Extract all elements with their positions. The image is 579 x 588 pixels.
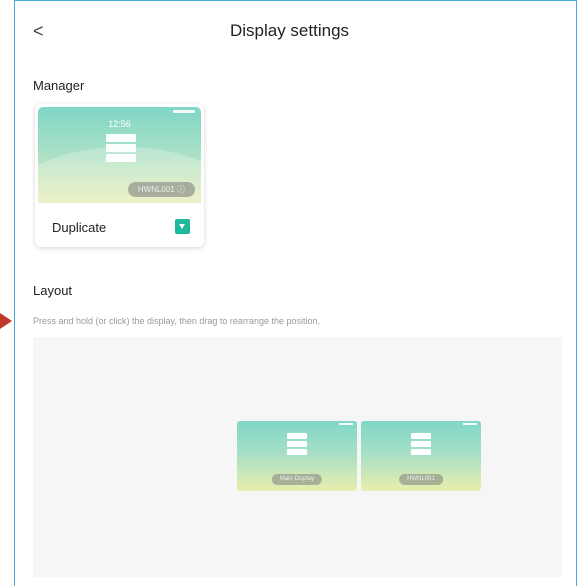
secondary-display-tile[interactable]: HWNL001: [361, 421, 481, 491]
layout-section-label: Layout: [33, 283, 73, 298]
status-bar-icon: [339, 423, 353, 425]
pointer-arrow-icon: [0, 313, 12, 329]
preview-widgets: [287, 433, 307, 457]
layout-arrangement-area[interactable]: Main Display HWNL001: [33, 337, 562, 577]
main-display-badge: Main Display: [271, 474, 323, 485]
display-preview: 12:56 HWNL001 ⓘ: [38, 107, 201, 203]
main-display-tile[interactable]: Main Display: [237, 421, 357, 491]
display-mode-label: Duplicate: [52, 220, 107, 235]
layout-hint: Press and hold (or click) the display, t…: [33, 316, 320, 326]
status-bar-icon: [463, 423, 477, 425]
mode-dropdown-button[interactable]: [175, 219, 190, 234]
preview-widgets: [106, 134, 136, 164]
device-name-badge: HWNL001 ⓘ: [127, 182, 195, 197]
page-title: Display settings: [229, 21, 350, 40]
status-bar-icon: [173, 110, 195, 113]
preview-clock: 12:56: [108, 119, 131, 129]
manager-section-label: Manager: [33, 78, 85, 93]
secondary-display-badge: HWNL001: [399, 474, 443, 485]
display-card[interactable]: 12:56 HWNL001 ⓘ Duplicate: [35, 104, 204, 247]
preview-widgets: [411, 433, 431, 457]
